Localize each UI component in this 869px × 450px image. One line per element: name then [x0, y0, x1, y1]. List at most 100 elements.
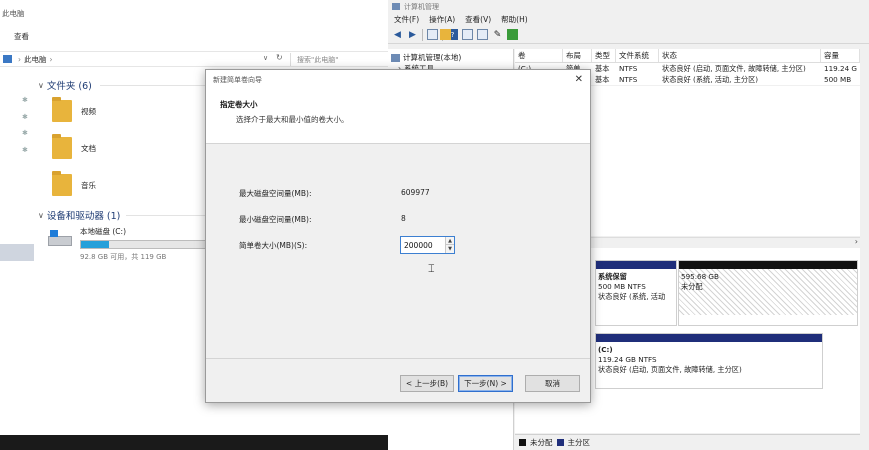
cell-filesystem: NTFS	[619, 64, 638, 73]
footer-divider	[206, 358, 590, 359]
cell-type: 基本	[595, 64, 610, 73]
col-type[interactable]: 类型	[592, 49, 616, 62]
explorer-title: 此电脑	[2, 8, 25, 18]
volume-size-value[interactable]: 200000	[404, 241, 433, 250]
text-cursor-icon: ⌶	[428, 262, 435, 275]
show-hide-tree-icon[interactable]	[427, 29, 438, 40]
col-volume[interactable]: 卷	[515, 49, 563, 62]
partition-unallocated[interactable]: 595.68 GB 未分配	[678, 260, 858, 326]
devices-group-label: 设备和驱动器 (1)	[46, 211, 121, 222]
wizard-header: 指定卷大小 选择介于最大和最小值的卷大小。	[206, 87, 590, 144]
menu-action[interactable]: 操作(A)	[429, 14, 455, 25]
max-space-value: 609977	[401, 188, 430, 197]
collapse-chevron-icon[interactable]: ∨	[38, 211, 44, 220]
col-status[interactable]: 状态	[659, 49, 821, 62]
video-folder-icon	[52, 97, 72, 122]
breadcrumb-this-pc[interactable]: 此电脑	[24, 54, 47, 65]
drive-free-space: 92.8 GB 可用，共 119 GB	[80, 253, 167, 261]
documents-folder-icon	[52, 134, 72, 159]
wizard-heading: 指定卷大小	[220, 100, 258, 109]
back-button[interactable]: < 上一步(B)	[400, 375, 454, 392]
menu-help[interactable]: 帮助(H)	[501, 14, 528, 25]
partition-system-reserved[interactable]: 系统保留 500 MB NTFS 状态良好 (系统, 活动	[595, 260, 677, 326]
back-arrow-icon[interactable]: ◀	[392, 29, 403, 40]
legend-swatch-primary	[556, 439, 564, 446]
cell-capacity: 500 MB	[824, 75, 852, 84]
primary-partition-bar	[596, 334, 822, 342]
min-space-value: 8	[401, 214, 406, 223]
drive-usage-fill	[81, 241, 110, 248]
search-input[interactable]: 搜索"此电脑"	[290, 53, 386, 66]
nav-pane-selected-item[interactable]	[0, 244, 34, 261]
address-dropdown-icon[interactable]: ∨	[263, 54, 268, 62]
cell-type: 基本	[595, 75, 610, 84]
volume-list-header: 卷 布局 类型 文件系统 状态 容量	[515, 49, 860, 63]
folder-videos[interactable]: 视频	[52, 97, 96, 122]
partition-name: 系统保留	[598, 272, 627, 281]
group-divider	[100, 85, 205, 86]
this-pc-icon	[3, 55, 12, 63]
folder-label: 文档	[81, 143, 96, 153]
computer-management-icon	[392, 3, 400, 10]
collapse-chevron-icon[interactable]: ∨	[38, 81, 44, 90]
cell-status: 状态良好 (系统, 活动, 主分区)	[662, 75, 759, 84]
col-capacity[interactable]: 容量	[821, 49, 860, 62]
pin-icon[interactable]: ✱	[22, 96, 28, 104]
forward-arrow-icon[interactable]: ▶	[407, 29, 418, 40]
refresh-icon[interactable]: ↻	[276, 53, 283, 62]
breadcrumb-chevron-icon[interactable]: ›	[50, 55, 53, 64]
pin-icon[interactable]: ✱	[22, 146, 28, 154]
drive-c[interactable]: 本地磁盘 (C:) 92.8 GB 可用，共 119 GB	[48, 226, 210, 262]
tree-item-root[interactable]: 计算机管理(本地)	[391, 52, 461, 63]
menu-file[interactable]: 文件(F)	[394, 14, 419, 25]
next-button[interactable]: 下一步(N) >	[458, 375, 513, 392]
close-icon[interactable]: ✕	[575, 74, 583, 85]
hard-drive-icon	[48, 230, 72, 250]
unallocated-bar	[679, 261, 857, 269]
menu-bar: 文件(F) 操作(A) 查看(V) 帮助(H)	[388, 13, 869, 26]
folder-documents[interactable]: 文档	[52, 134, 96, 159]
max-space-label: 最大磁盘空间量(MB):	[239, 189, 312, 198]
folders-group-label: 文件夹 (6)	[46, 81, 92, 92]
properties-icon[interactable]	[462, 29, 473, 40]
spin-down-icon[interactable]: ▼	[446, 245, 454, 253]
partition-size: 500 MB NTFS	[598, 282, 646, 291]
ribbon-tab-view[interactable]: 查看	[14, 31, 29, 42]
spin-up-icon[interactable]: ▲	[446, 237, 454, 245]
volume-size-label: 简单卷大小(MB)(S):	[239, 241, 308, 250]
partition-c[interactable]: (C:) 119.24 GB NTFS 状态良好 (启动, 页面文件, 故障转储…	[595, 333, 823, 389]
volume-size-input[interactable]: 200000 ▲ ▼	[400, 236, 455, 254]
folder-music[interactable]: 音乐	[52, 171, 96, 196]
computer-management-icon	[391, 53, 400, 62]
rescan-disks-icon[interactable]: ✎	[492, 29, 503, 40]
primary-partition-bar	[596, 261, 676, 269]
refresh-view-icon[interactable]	[477, 29, 488, 40]
mgmt-titlebar: 计算机管理	[388, 0, 869, 13]
col-layout[interactable]: 布局	[563, 49, 592, 62]
devices-group-header[interactable]: ∨ 设备和驱动器 (1)	[38, 208, 121, 223]
up-folder-icon[interactable]	[440, 29, 451, 40]
folders-group-header[interactable]: ∨ 文件夹 (6)	[38, 78, 92, 93]
menu-view[interactable]: 查看(V)	[465, 14, 491, 25]
legend-swatch-unallocated	[519, 439, 526, 446]
ribbon: 查看	[0, 26, 390, 46]
partition-status: 未分配	[681, 282, 703, 291]
new-simple-volume-wizard: 新建简单卷向导 ✕ 指定卷大小 选择介于最大和最小值的卷大小。 最大磁盘空间量(…	[205, 69, 591, 403]
cancel-button[interactable]: 取消	[525, 375, 580, 392]
tree-label: 计算机管理(本地)	[403, 53, 462, 62]
partition-size: 595.68 GB	[681, 272, 719, 281]
breadcrumb-chevron-icon[interactable]: ›	[18, 55, 21, 64]
address-bar[interactable]: › 此电脑 › ∨ ↻ 搜索"此电脑"	[0, 51, 390, 67]
pin-icon[interactable]: ✱	[22, 113, 28, 121]
cell-status: 状态良好 (启动, 页面文件, 故障转储, 主分区)	[662, 64, 806, 73]
partition-status: 状态良好 (启动, 页面文件, 故障转储, 主分区)	[598, 365, 742, 374]
min-space-label: 最小磁盘空间量(MB):	[239, 215, 312, 224]
scroll-right-icon[interactable]: ›	[855, 237, 858, 246]
partition-name: (C:)	[598, 345, 613, 354]
mgmt-title: 计算机管理	[404, 2, 439, 11]
col-filesystem[interactable]: 文件系统	[616, 49, 659, 62]
export-list-icon[interactable]	[507, 29, 518, 40]
wizard-titlebar: 新建简单卷向导	[206, 70, 590, 87]
pin-icon[interactable]: ✱	[22, 129, 28, 137]
cell-capacity: 119.24 G	[824, 64, 858, 73]
